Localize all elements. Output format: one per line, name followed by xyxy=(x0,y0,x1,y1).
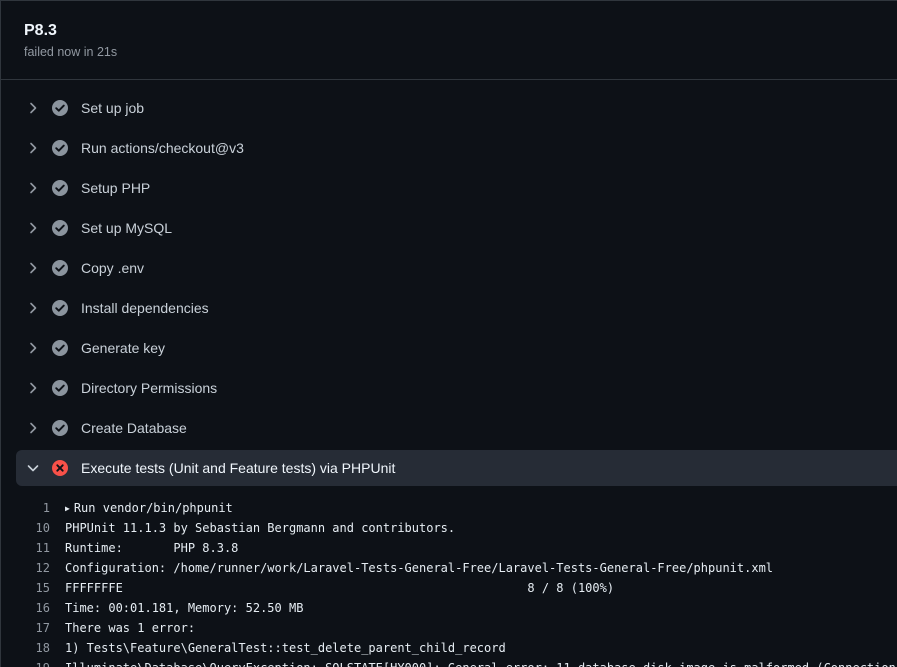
step-row[interactable]: Setup PHP xyxy=(16,168,897,208)
chevron-down-icon[interactable] xyxy=(16,460,50,476)
step-label: Install dependencies xyxy=(81,300,209,316)
check-circle-icon xyxy=(51,299,69,317)
log-text: 1) Tests\Feature\GeneralTest::test_delet… xyxy=(65,638,506,658)
chevron-right-icon[interactable] xyxy=(16,180,50,196)
line-number[interactable]: 1 xyxy=(1,498,65,518)
step-row[interactable]: Directory Permissions xyxy=(16,368,897,408)
step-row[interactable]: Generate key xyxy=(16,328,897,368)
log-text-content: There was 1 error: xyxy=(65,621,196,635)
log-text: Illuminate\Database\QueryException: SQLS… xyxy=(65,658,897,667)
line-number[interactable]: 17 xyxy=(1,618,65,638)
step-label: Generate key xyxy=(81,340,166,356)
triangle-right-icon[interactable]: ▶ xyxy=(65,499,70,518)
step-row[interactable]: Execute tests (Unit and Feature tests) v… xyxy=(16,450,897,486)
log-line: 19Illuminate\Database\QueryException: SQ… xyxy=(1,658,897,667)
log-text: There was 1 error: xyxy=(65,618,195,638)
line-number[interactable]: 11 xyxy=(1,538,65,558)
step-row[interactable]: Install dependencies xyxy=(16,288,897,328)
log-text: Configuration: /home/runner/work/Laravel… xyxy=(65,558,773,578)
log-line: 18 1) Tests\Feature\GeneralTest::test_del… xyxy=(1,638,897,658)
log-text-content: Configuration: /home/runner/work/Laravel… xyxy=(65,561,774,575)
log-text: Time: 00:01.181, Memory: 52.50 MB xyxy=(65,598,303,618)
check-circle-icon xyxy=(51,99,69,117)
check-circle-icon xyxy=(51,339,69,357)
step-label: Set up MySQL xyxy=(81,220,173,236)
log-text-content: Time: 00:01.181, Memory: 52.50 MB xyxy=(65,601,304,615)
chevron-right-icon[interactable] xyxy=(16,220,50,236)
step-label: Copy .env xyxy=(81,260,145,276)
log-text-content: Runtime: PHP 8.3.8 xyxy=(65,541,239,555)
step-row[interactable]: Set up MySQL xyxy=(16,208,897,248)
log-text-content: FFFFFFFE 8 / 8 (100%) xyxy=(65,581,615,595)
step-row[interactable]: Set up job xyxy=(16,88,897,128)
line-number[interactable]: 19 xyxy=(1,658,65,667)
log-text: Runtime: PHP 8.3.8 xyxy=(65,538,238,558)
log-line: 16 Time: 00:01.181, Memory: 52.50 MB xyxy=(1,598,897,618)
check-circle-icon xyxy=(51,379,69,397)
log-line: 12 Configuration: /home/runner/work/Larav… xyxy=(1,558,897,578)
check-circle-icon xyxy=(51,219,69,237)
chevron-right-icon[interactable] xyxy=(16,260,50,276)
check-circle-icon xyxy=(51,179,69,197)
step-label: Create Database xyxy=(81,420,187,436)
chevron-right-icon[interactable] xyxy=(16,300,50,316)
log-line: 15 FFFFFFFE 8 / 8 (100%) xyxy=(1,578,897,598)
log-line: 17 There was 1 error: xyxy=(1,618,897,638)
step-row[interactable]: Run actions/checkout@v3 xyxy=(16,128,897,168)
log-text-content: Illuminate\Database\QueryException: SQLS… xyxy=(65,661,897,667)
check-circle-icon xyxy=(51,139,69,157)
log-text-content: Run vendor/bin/phpunit xyxy=(73,501,233,515)
steps-list: Set up job Run actions/checkout@v3 Setup P… xyxy=(16,88,897,488)
chevron-right-icon[interactable] xyxy=(16,340,50,356)
step-label: Directory Permissions xyxy=(81,380,218,396)
step-row[interactable]: Create Database xyxy=(16,408,897,448)
chevron-right-icon[interactable] xyxy=(16,140,50,156)
line-number[interactable]: 18 xyxy=(1,638,65,658)
job-header: P8.3 failed now in 21s xyxy=(1,1,897,80)
log-text: PHPUnit 11.1.3 by Sebastian Bergmann and… xyxy=(65,518,455,538)
line-number[interactable]: 15 xyxy=(1,578,65,598)
step-label: Execute tests (Unit and Feature tests) v… xyxy=(81,460,396,476)
step-label: Setup PHP xyxy=(81,180,151,196)
step-label: Run actions/checkout@v3 xyxy=(81,140,244,156)
log-line: 11 Runtime: PHP 8.3.8 xyxy=(1,538,897,558)
chevron-right-icon[interactable] xyxy=(16,420,50,436)
check-circle-icon xyxy=(51,259,69,277)
chevron-right-icon[interactable] xyxy=(16,100,50,116)
chevron-right-icon[interactable] xyxy=(16,380,50,396)
job-status: failed now in 21s xyxy=(24,45,118,59)
x-circle-icon xyxy=(51,459,69,477)
job-title: P8.3 xyxy=(24,22,57,39)
log-output: 1 ▶ Run vendor/bin/phpunit 10 PHPUnit 11.1.3… xyxy=(1,498,897,667)
step-row[interactable]: Copy .env xyxy=(16,248,897,288)
log-text: ▶ Run vendor/bin/phpunit xyxy=(65,498,233,518)
job-panel: P8.3 failed now in 21s Set up job Run act… xyxy=(0,0,897,667)
log-text-content: 1) Tests\Feature\GeneralTest::test_delet… xyxy=(65,641,506,655)
log-text: FFFFFFFE 8 / 8 (100%) xyxy=(65,578,614,598)
line-number[interactable]: 16 xyxy=(1,598,65,618)
log-line: 10 PHPUnit 11.1.3 by Sebastian Bergmann a… xyxy=(1,518,897,538)
line-number[interactable]: 10 xyxy=(1,518,65,538)
check-circle-icon xyxy=(51,419,69,437)
log-text-content: PHPUnit 11.1.3 by Sebastian Bergmann and… xyxy=(65,521,456,535)
step-label: Set up job xyxy=(81,100,145,116)
log-line[interactable]: 1 ▶ Run vendor/bin/phpunit xyxy=(1,498,897,518)
line-number[interactable]: 12 xyxy=(1,558,65,578)
